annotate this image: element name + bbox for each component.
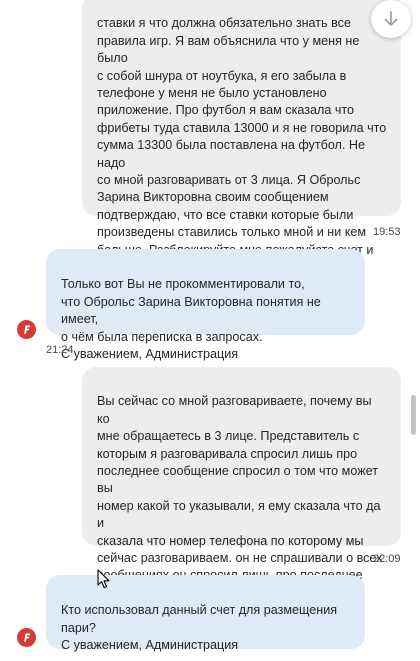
fonbet-f-logo-icon	[24, 633, 31, 642]
arrow-down-icon	[384, 11, 398, 26]
message-bubble-outgoing: ставки я что должна обязательно знать вс…	[82, 0, 401, 274]
scrollbar-thumb[interactable]	[411, 395, 416, 435]
admin-avatar	[17, 628, 36, 647]
message-bubble-incoming: Кто использовал данный счет для размещен…	[46, 575, 365, 653]
message-bubble-outgoing: Вы сейчас со мной разговариваете, почему…	[82, 367, 401, 635]
mouse-pointer-icon	[97, 569, 110, 589]
message-time: 22:09	[373, 553, 401, 565]
message-time: 21:24	[46, 344, 74, 356]
message-text: Кто использовал данный счет для размещен…	[61, 603, 338, 653]
fonbet-f-logo-icon	[24, 325, 31, 334]
scroll-to-bottom-button[interactable]	[371, 0, 411, 38]
message-text: Только вот Вы не прокомментировали то, ч…	[61, 277, 321, 362]
chat-history: ставки я что должна обязательно знать вс…	[0, 0, 420, 661]
message-bubble-incoming: Только вот Вы не прокомментировали то, ч…	[46, 249, 365, 361]
message-time: 19:53	[373, 226, 401, 238]
message-text: ставки я что должна обязательно знать вс…	[97, 16, 387, 274]
admin-avatar	[17, 320, 36, 339]
